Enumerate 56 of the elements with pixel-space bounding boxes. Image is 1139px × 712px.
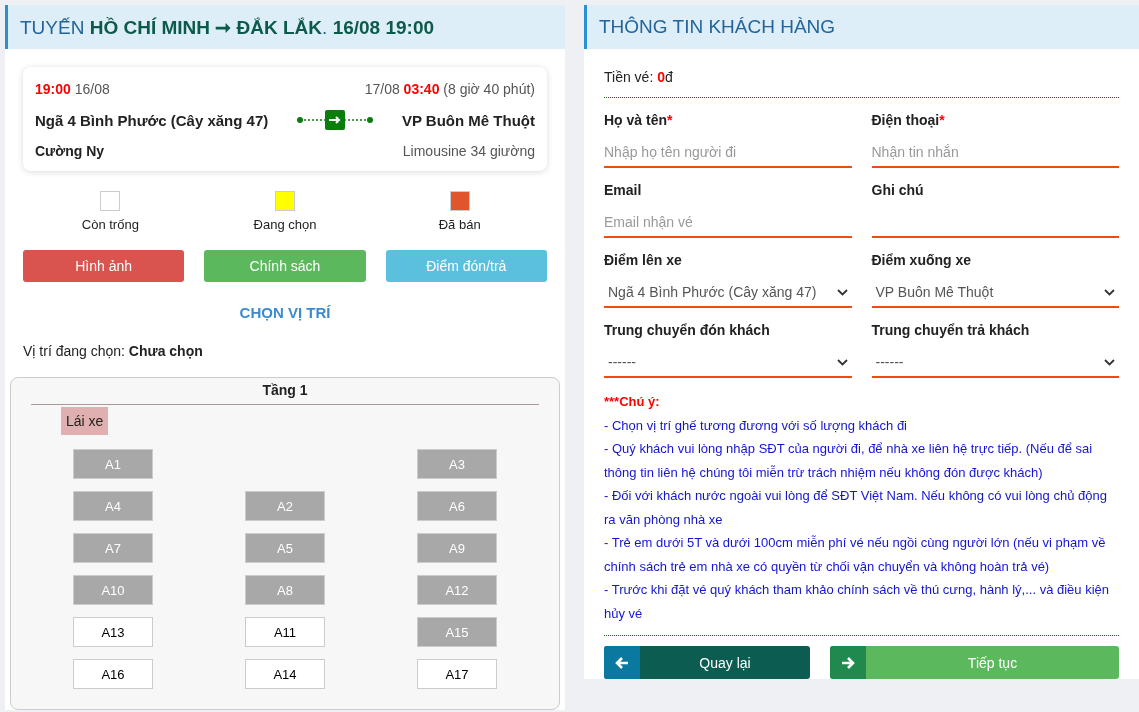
fare-label: Tiền vé:: [604, 69, 654, 85]
action-button[interactable]: Hình ảnh: [23, 250, 185, 282]
next-button[interactable]: Tiếp tục: [830, 646, 1119, 679]
legend-label: Còn trống: [81, 217, 139, 232]
select-field[interactable]: ------: [604, 348, 852, 378]
select-field[interactable]: ------: [871, 348, 1119, 378]
chevron-down-icon: [836, 358, 848, 366]
origin-name: Ngã 4 Bình Phước (Cây xăng 47): [35, 111, 269, 129]
notice-text: - Chọn vị trí ghế tương đương với số lượng khách đi: [604, 416, 908, 435]
deck-title: Tầng 1: [31, 382, 539, 405]
notice-title: ***Chú ý:: [604, 393, 661, 411]
arrow-right-icon: [841, 656, 855, 669]
selected-seat-value: Chưa chọn: [128, 343, 203, 359]
seat[interactable]: A11: [245, 617, 325, 647]
customer-title: THÔNG TIN KHÁCH HÀNG: [599, 16, 836, 38]
action-button[interactable]: Điểm đón/trả: [385, 250, 547, 282]
arrow-left-icon: [615, 656, 629, 669]
chevron-down-icon: [836, 288, 848, 296]
driver-seat: Lái xe: [61, 407, 109, 435]
arrival-time: 03:40: [403, 81, 440, 97]
legend-label: Đang chọn: [253, 217, 317, 232]
selected-seat-label: Vị trí đang chọn:: [23, 343, 125, 359]
field-label: Họ và tên*: [604, 112, 674, 128]
chevron-down-icon: [1104, 358, 1115, 366]
notice-text: - Trẻ em dưới 5T và dưới 100cm miễn phí vé nếu ngồi cùng người lớn (nếu vi phạm về chính sách trẻ em nhà xe có quyền từ chối vận chuyển và không hoàn trả vé): [604, 534, 1107, 576]
legend-label: Đã bán: [438, 217, 481, 232]
destination-name: VP Buôn Mê Thuột: [401, 111, 535, 129]
notice-text: - Quý khách vui lòng nhập SĐT của người đi, để nhà xe liên hệ trực tiếp. (Nếu để sai thông tin liên hệ chúng tôi miễn trừ trách nhiệm nếu không đón được khách): [604, 440, 1094, 482]
field-label: Điểm xuống xe: [871, 252, 973, 268]
field-label: Email: [604, 182, 643, 198]
field-label: Trung chuyển đón khách: [604, 322, 771, 338]
notice-text: - Đối với khách nước ngoài vui lòng để SĐT Việt Nam. Nếu không có vui lòng chủ động ra văn phòng nhà xe: [604, 487, 1108, 529]
route-line-icon: [297, 110, 374, 130]
field-label: Điểm lên xe: [604, 252, 683, 268]
field-label: Điện thoại*: [871, 112, 946, 128]
vehicle-type: Limousine 34 giường: [402, 143, 535, 159]
chevron-down-icon: [1104, 288, 1115, 296]
departure-date: 16/08: [74, 81, 110, 97]
fare-amount: 0đ: [657, 69, 673, 85]
field-label: Trung chuyển trả khách: [871, 322, 1031, 338]
seat[interactable]: A14: [245, 659, 325, 689]
seat[interactable]: A17: [417, 659, 497, 689]
seat[interactable]: A16: [73, 659, 153, 689]
field-label: Ghi chú: [871, 182, 925, 198]
route-title: TUYẾN HỒ CHÍ MINH ➞ ĐẮK LẮK. 16/08 19:00: [20, 15, 435, 39]
select-field[interactable]: VP Buôn Mê Thuột: [871, 278, 1119, 308]
arrival-date: 17/08: [364, 81, 400, 97]
notice-text: - Trước khi đặt vé quý khách tham khảo chính sách về thú cưng, hành lý,... và điều kiện hủy vé: [604, 581, 1111, 623]
back-button[interactable]: Quay lại: [604, 646, 810, 679]
operator-name: Cường Ny: [35, 143, 105, 159]
seat[interactable]: A13: [73, 617, 153, 647]
trip-duration: (8 giờ 40 phút): [443, 81, 535, 97]
action-button[interactable]: Chính sách: [204, 250, 366, 282]
section-heading: CHỌN VỊ TRÍ: [238, 304, 332, 321]
departure-time: 19:00: [35, 81, 71, 97]
select-field[interactable]: Ngã 4 Bình Phước (Cây xăng 47): [604, 278, 852, 308]
